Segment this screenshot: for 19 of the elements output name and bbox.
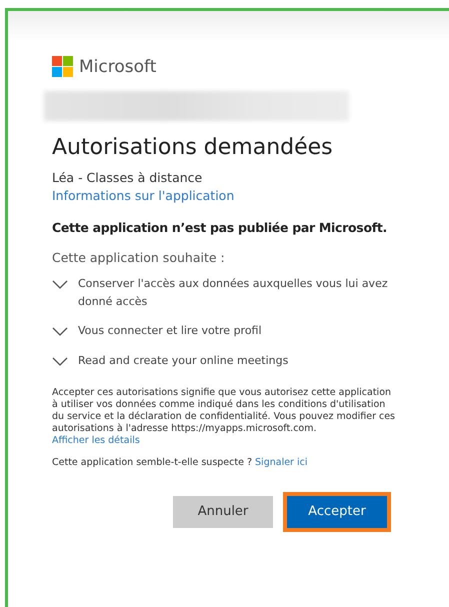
chevron-icon[interactable] (52, 327, 68, 336)
report-text: Cette application semble-t-elle suspecte ? Signaler ici (52, 456, 308, 468)
logo-icon (52, 56, 73, 77)
consent-text: Accepter ces autorisations signifie que vous autorisez cette application à utiliser vos données comme indiqué dans les conditions d'utilisation du service et la déclaration de confidentialité. Vous pouvez modifier ces autorisations à l'adresse https://myapps.microsoft.com. Afficher les détails (52, 387, 396, 447)
app-info-link[interactable]: Informations sur l'application (52, 188, 234, 203)
dialog-button[interactable]: Accepter (287, 496, 387, 528)
report-link[interactable]: Signaler ici (255, 456, 308, 468)
dialog-title: Autorisations demandées (52, 135, 334, 160)
permission-label: Conserver l'accès aux données auxquelles vous lui avez donné accès (78, 276, 389, 310)
intro-text: Cette application souhaite : (52, 250, 226, 265)
details-link[interactable]: Afficher les détails (52, 434, 140, 446)
chevron-icon[interactable] (52, 280, 68, 289)
permission-label: Vous connecter et lire votre profil (78, 323, 263, 340)
warning-text: Cette application n’est pas publiée par Microsoft. (52, 220, 388, 235)
dialog-button[interactable]: Annuler (173, 496, 273, 528)
permission-label: Read and create your online meetings (78, 352, 290, 369)
brand-name: Microsoft (79, 56, 156, 76)
app-name: Léa - Classes à distance (52, 170, 204, 185)
chevron-icon[interactable] (52, 356, 68, 366)
